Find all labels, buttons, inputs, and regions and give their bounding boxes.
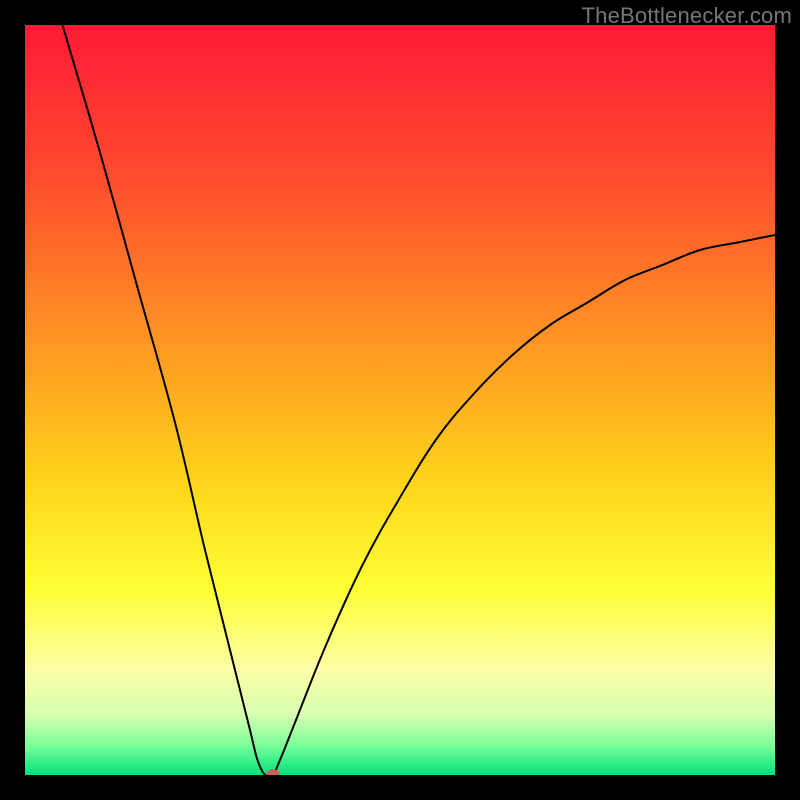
chart-frame: TheBottlenecker.com	[0, 0, 800, 800]
bottleneck-chart	[25, 25, 775, 775]
optimal-point-marker	[266, 769, 280, 775]
plot-area	[25, 25, 775, 775]
gradient-background	[25, 25, 775, 775]
